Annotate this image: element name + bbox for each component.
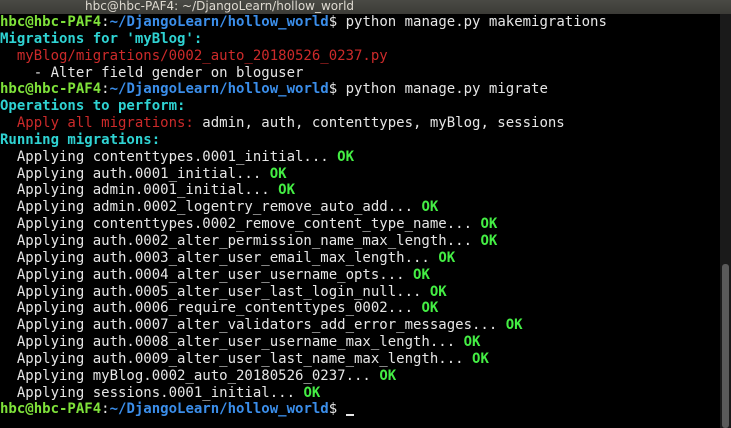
window-title: hbc@hbc-PAF4: ~/DjangoLearn/hollow_world xyxy=(85,0,355,13)
ok-status: OK xyxy=(472,350,489,367)
migration-step: Applying auth.0004_alter_user_username_o… xyxy=(0,266,405,283)
prompt-path: ~/DjangoLearn/hollow_world xyxy=(109,14,329,30)
output-line: Applying auth.0003_alter_user_email_max_… xyxy=(0,250,720,267)
migration-step: Applying auth.0007_alter_validators_add_… xyxy=(0,317,498,334)
migration-step: Applying auth.0001_initial... xyxy=(0,165,262,182)
output-line: Migrations for 'myBlog': xyxy=(0,31,720,48)
output-line: Applying auth.0008_alter_user_username_m… xyxy=(0,334,720,351)
output-line: Applying myBlog.0002_auto_20180526_0237.… xyxy=(0,368,720,385)
ok-status: OK xyxy=(413,266,430,283)
prompt-dollar: $ xyxy=(328,81,338,98)
output-line: Applying auth.0002_alter_permission_name… xyxy=(0,233,720,250)
ok-status: OK xyxy=(421,199,439,216)
migration-step: Applying contenttypes.0002_remove_conten… xyxy=(0,216,473,233)
ok-status: OK xyxy=(337,148,355,165)
prompt-dollar: $ xyxy=(328,401,338,418)
ok-status: OK xyxy=(463,334,481,351)
ok-status: OK xyxy=(379,367,397,384)
output-line: Applying contenttypes.0001_initial... OK xyxy=(0,149,720,166)
apply-apps-list: admin, auth, contenttypes, myBlog, sessi… xyxy=(193,115,565,132)
migration-step: Applying auth.0009_alter_user_last_name_… xyxy=(0,350,464,367)
output-text: - Alter field gender on bloguser xyxy=(0,64,304,81)
migration-step: Applying auth.0005_alter_user_last_login… xyxy=(0,283,422,300)
migration-step: Applying auth.0003_alter_user_email_max_… xyxy=(0,249,430,266)
output-line: Applying sessions.0001_initial... OK xyxy=(0,385,720,402)
migration-step: Applying contenttypes.0001_initial... xyxy=(0,148,329,165)
prompt-line: hbc@hbc-PAF4:~/DjangoLearn/hollow_world$… xyxy=(0,81,720,98)
prompt-separator: : xyxy=(101,14,110,30)
window-titlebar[interactable]: hbc@hbc-PAF4: ~/DjangoLearn/hollow_world xyxy=(0,0,731,14)
ok-status: OK xyxy=(421,300,439,317)
section-heading: Migrations for 'myBlog': xyxy=(0,30,203,47)
output-line: Running migrations: xyxy=(0,132,720,149)
prompt-user: hbc@hbc-PAF4 xyxy=(0,401,102,418)
ok-status: OK xyxy=(429,283,447,300)
prompt-separator: : xyxy=(101,81,110,98)
ok-status: OK xyxy=(438,249,456,266)
output-line: Applying admin.0001_initial... OK xyxy=(0,182,720,199)
apply-label: Apply all migrations: xyxy=(0,115,194,132)
ok-status: OK xyxy=(480,216,498,233)
output-line: Applying auth.0004_alter_user_username_o… xyxy=(0,267,720,284)
migration-file-path: myBlog/migrations/0002_auto_20180526_023… xyxy=(0,47,388,64)
command-text: python manage.py migrate xyxy=(337,81,548,98)
output-line: - Alter field gender on bloguser xyxy=(0,65,720,82)
prompt-path: ~/DjangoLearn/hollow_world xyxy=(109,401,329,418)
terminal-cursor xyxy=(345,414,354,417)
prompt-user: hbc@hbc-PAF4 xyxy=(0,14,102,30)
output-line: Applying auth.0001_initial... OK xyxy=(0,166,720,183)
ok-status: OK xyxy=(269,165,287,182)
ok-status: OK xyxy=(505,317,523,334)
ok-status: OK xyxy=(303,384,321,401)
migration-step: Applying admin.0001_initial... xyxy=(0,182,270,199)
prompt-path: ~/DjangoLearn/hollow_world xyxy=(109,81,329,98)
ok-status: OK xyxy=(480,232,498,249)
migration-step: Applying myBlog.0002_auto_20180526_0237.… xyxy=(0,367,371,384)
prompt-user: hbc@hbc-PAF4 xyxy=(0,81,102,98)
command-text: python manage.py makemigrations xyxy=(337,14,607,30)
section-heading: Operations to perform: xyxy=(0,98,186,115)
ok-status: OK xyxy=(278,182,296,199)
prompt-dollar: $ xyxy=(328,14,338,30)
output-line: Operations to perform: xyxy=(0,98,720,115)
command-text xyxy=(337,401,345,417)
migration-step: Applying auth.0008_alter_user_username_m… xyxy=(0,334,456,351)
terminal-output[interactable]: hbc@hbc-PAF4:~/DjangoLearn/hollow_world$… xyxy=(0,14,720,428)
scrollbar-thumb[interactable] xyxy=(722,264,729,428)
output-line: myBlog/migrations/0002_auto_20180526_023… xyxy=(0,48,720,65)
output-line: Applying contenttypes.0002_remove_conten… xyxy=(0,216,720,233)
prompt-separator: : xyxy=(101,401,110,418)
output-line: Applying auth.0005_alter_user_last_login… xyxy=(0,284,720,301)
migration-step: Applying sessions.0001_initial... xyxy=(0,384,296,401)
migration-step: Applying admin.0002_logentry_remove_auto… xyxy=(0,199,414,216)
output-line: Applying admin.0002_logentry_remove_auto… xyxy=(0,199,720,216)
prompt-line: hbc@hbc-PAF4:~/DjangoLearn/hollow_world$ xyxy=(0,401,720,418)
terminal-scrollbar[interactable] xyxy=(720,14,731,428)
migration-step: Applying auth.0006_require_contenttypes_… xyxy=(0,300,414,317)
prompt-line: hbc@hbc-PAF4:~/DjangoLearn/hollow_world$… xyxy=(0,14,720,31)
output-line: Applying auth.0006_require_contenttypes_… xyxy=(0,300,720,317)
output-line: Apply all migrations: admin, auth, conte… xyxy=(0,115,720,132)
migration-step: Applying auth.0002_alter_permission_name… xyxy=(0,232,473,249)
output-line: Applying auth.0007_alter_validators_add_… xyxy=(0,317,720,334)
section-heading: Running migrations: xyxy=(0,131,161,148)
output-line: Applying auth.0009_alter_user_last_name_… xyxy=(0,351,720,368)
